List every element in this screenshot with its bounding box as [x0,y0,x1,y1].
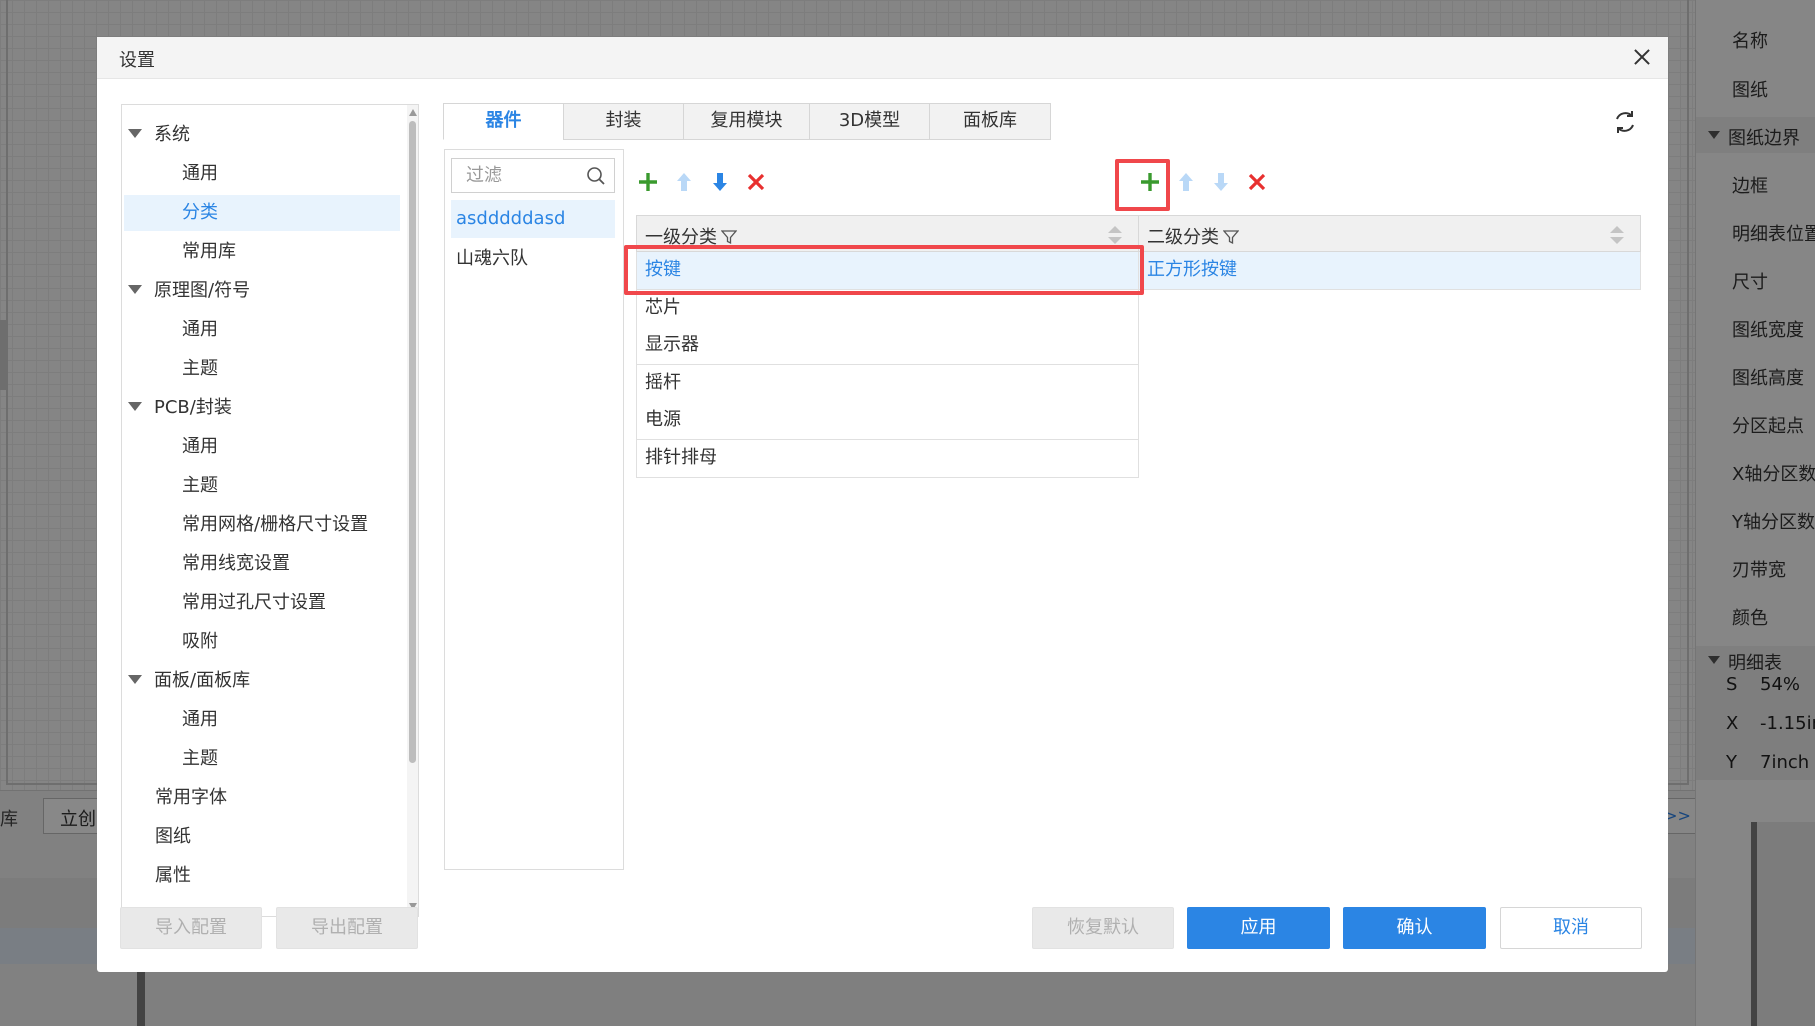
import-config-button[interactable]: 导入配置 [120,907,262,949]
sort-icon[interactable] [1609,224,1625,246]
tree-item[interactable]: 常用网格/栅格尺寸设置 [124,507,400,543]
tree-item[interactable]: 图纸 [155,819,418,855]
search-icon[interactable] [586,166,606,186]
move-up-button[interactable] [1173,169,1199,195]
tab-panel-library[interactable]: 面板库 [929,103,1051,140]
tree-item-label: 图纸 [155,826,191,847]
cancel-button[interactable]: 取消 [1500,907,1642,949]
filter-input[interactable] [452,159,582,192]
tree-item-label: 通用 [182,163,218,184]
tree-item-label: 通用 [182,436,218,457]
tab-footprints[interactable]: 封装 [563,103,684,140]
move-down-button[interactable] [1208,169,1234,195]
refresh-icon[interactable] [1610,107,1640,137]
tree-item-label: 主题 [182,475,218,496]
tree-item-label: 常用过孔尺寸设置 [182,592,326,613]
tree-item[interactable]: 主题 [124,468,400,504]
confirm-button[interactable]: 确认 [1343,907,1486,949]
tree-item[interactable]: 常用库 [124,234,400,270]
export-config-button[interactable]: 导出配置 [276,907,418,949]
column-header: 二级分类 [1147,223,1239,249]
close-icon[interactable] [1627,42,1657,72]
tree-item[interactable]: 通用 [124,702,400,738]
delete-secondary-category-button[interactable] [1244,169,1270,195]
tree-item-label: 原理图/符号 [154,280,251,301]
dialog-header: 设置 [97,37,1668,79]
table-row[interactable]: 芯片 [636,289,1139,328]
expand-icon[interactable] [128,128,142,138]
library-item[interactable]: asdddddasd [451,200,615,238]
settings-dialog: 设置 系统 通用 分类 常用库 原理图/符号 通用 主题 PCB/封装 通用 主题 常用网格/栅格尺… [97,37,1668,972]
table-row[interactable]: 显示器 [636,327,1139,366]
tree-item-label: 常用线宽设置 [182,553,290,574]
tree-item-label: 常用字体 [155,787,227,808]
tree-item[interactable]: 原理图/符号 [128,273,400,309]
tab-components[interactable]: 器件 [443,103,564,140]
tree-item[interactable]: 常用字体 [155,780,418,816]
tree-item-label: 面板/面板库 [154,670,251,691]
tree-item-label: 吸附 [182,631,218,652]
table-row[interactable]: 排针排母 [636,440,1139,478]
tree-item-label: PCB/封装 [154,397,232,418]
tree-item[interactable]: 属性 [155,858,418,894]
filter-field[interactable] [451,158,615,193]
add-secondary-category-button[interactable] [1137,169,1163,195]
tree-item-label: 常用网格/栅格尺寸设置 [182,514,369,535]
tree-item[interactable]: 常用过孔尺寸设置 [124,585,400,621]
tree-item-label: 系统 [154,124,190,145]
tree-item[interactable]: 主题 [124,351,400,387]
delete-primary-category-button[interactable] [743,169,769,195]
add-primary-category-button[interactable] [635,169,661,195]
tree-item[interactable]: PCB/封装 [128,390,400,426]
tree-item[interactable]: 分类 [124,195,400,231]
tree-item[interactable]: 通用 [124,156,400,192]
expand-icon[interactable] [128,401,142,411]
tree-item[interactable]: 通用 [124,429,400,465]
tree-item[interactable]: 通用 [124,312,400,348]
table-row[interactable]: 正方形按键 [1138,252,1641,290]
tree-item-label: 属性 [155,865,191,886]
tree-item[interactable]: 面板/面板库 [128,663,400,699]
move-down-button[interactable] [707,169,733,195]
funnel-icon[interactable] [721,229,737,245]
tree-item[interactable]: 吸附 [124,624,400,660]
scroll-thumb[interactable] [409,121,416,763]
table-row[interactable]: 电源 [636,402,1139,441]
library-list: asdddddasd 山魂六队 [444,149,624,870]
sort-icon[interactable] [1107,224,1123,246]
restore-defaults-button[interactable]: 恢复默认 [1032,907,1174,949]
table-header[interactable]: 二级分类 [1138,215,1641,252]
tree-item-label: 主题 [182,748,218,769]
settings-tree: 系统 通用 分类 常用库 原理图/符号 通用 主题 PCB/封装 通用 主题 常用网格/栅格尺寸设置… [121,104,419,917]
tree-item[interactable]: 系统 [128,117,400,153]
apply-button[interactable]: 应用 [1187,907,1330,949]
tab-3d-models[interactable]: 3D模型 [809,103,930,140]
funnel-icon[interactable] [1223,229,1239,245]
table-row[interactable]: 摇杆 [636,364,1139,403]
tree-scrollbar[interactable] [407,105,418,916]
tree-item-label: 主题 [182,358,218,379]
dialog-title: 设置 [119,50,155,71]
column-header: 一级分类 [645,223,737,249]
expand-icon[interactable] [128,674,142,684]
table-header[interactable]: 一级分类 [636,215,1139,252]
tree-item-label: 通用 [182,319,218,340]
expand-icon[interactable] [128,284,142,294]
library-item[interactable]: 山魂六队 [451,240,615,278]
scroll-up-icon[interactable] [409,109,417,116]
tree-item-label: 通用 [182,709,218,730]
tree-item[interactable]: 常用线宽设置 [124,546,400,582]
move-up-button[interactable] [671,169,697,195]
tree-item-label: 分类 [182,202,218,223]
tree-item-label: 常用库 [182,241,236,262]
tab-reuse-modules[interactable]: 复用模块 [683,103,810,140]
tree-item[interactable]: 主题 [124,741,400,777]
table-row[interactable]: 按键 [636,252,1139,290]
